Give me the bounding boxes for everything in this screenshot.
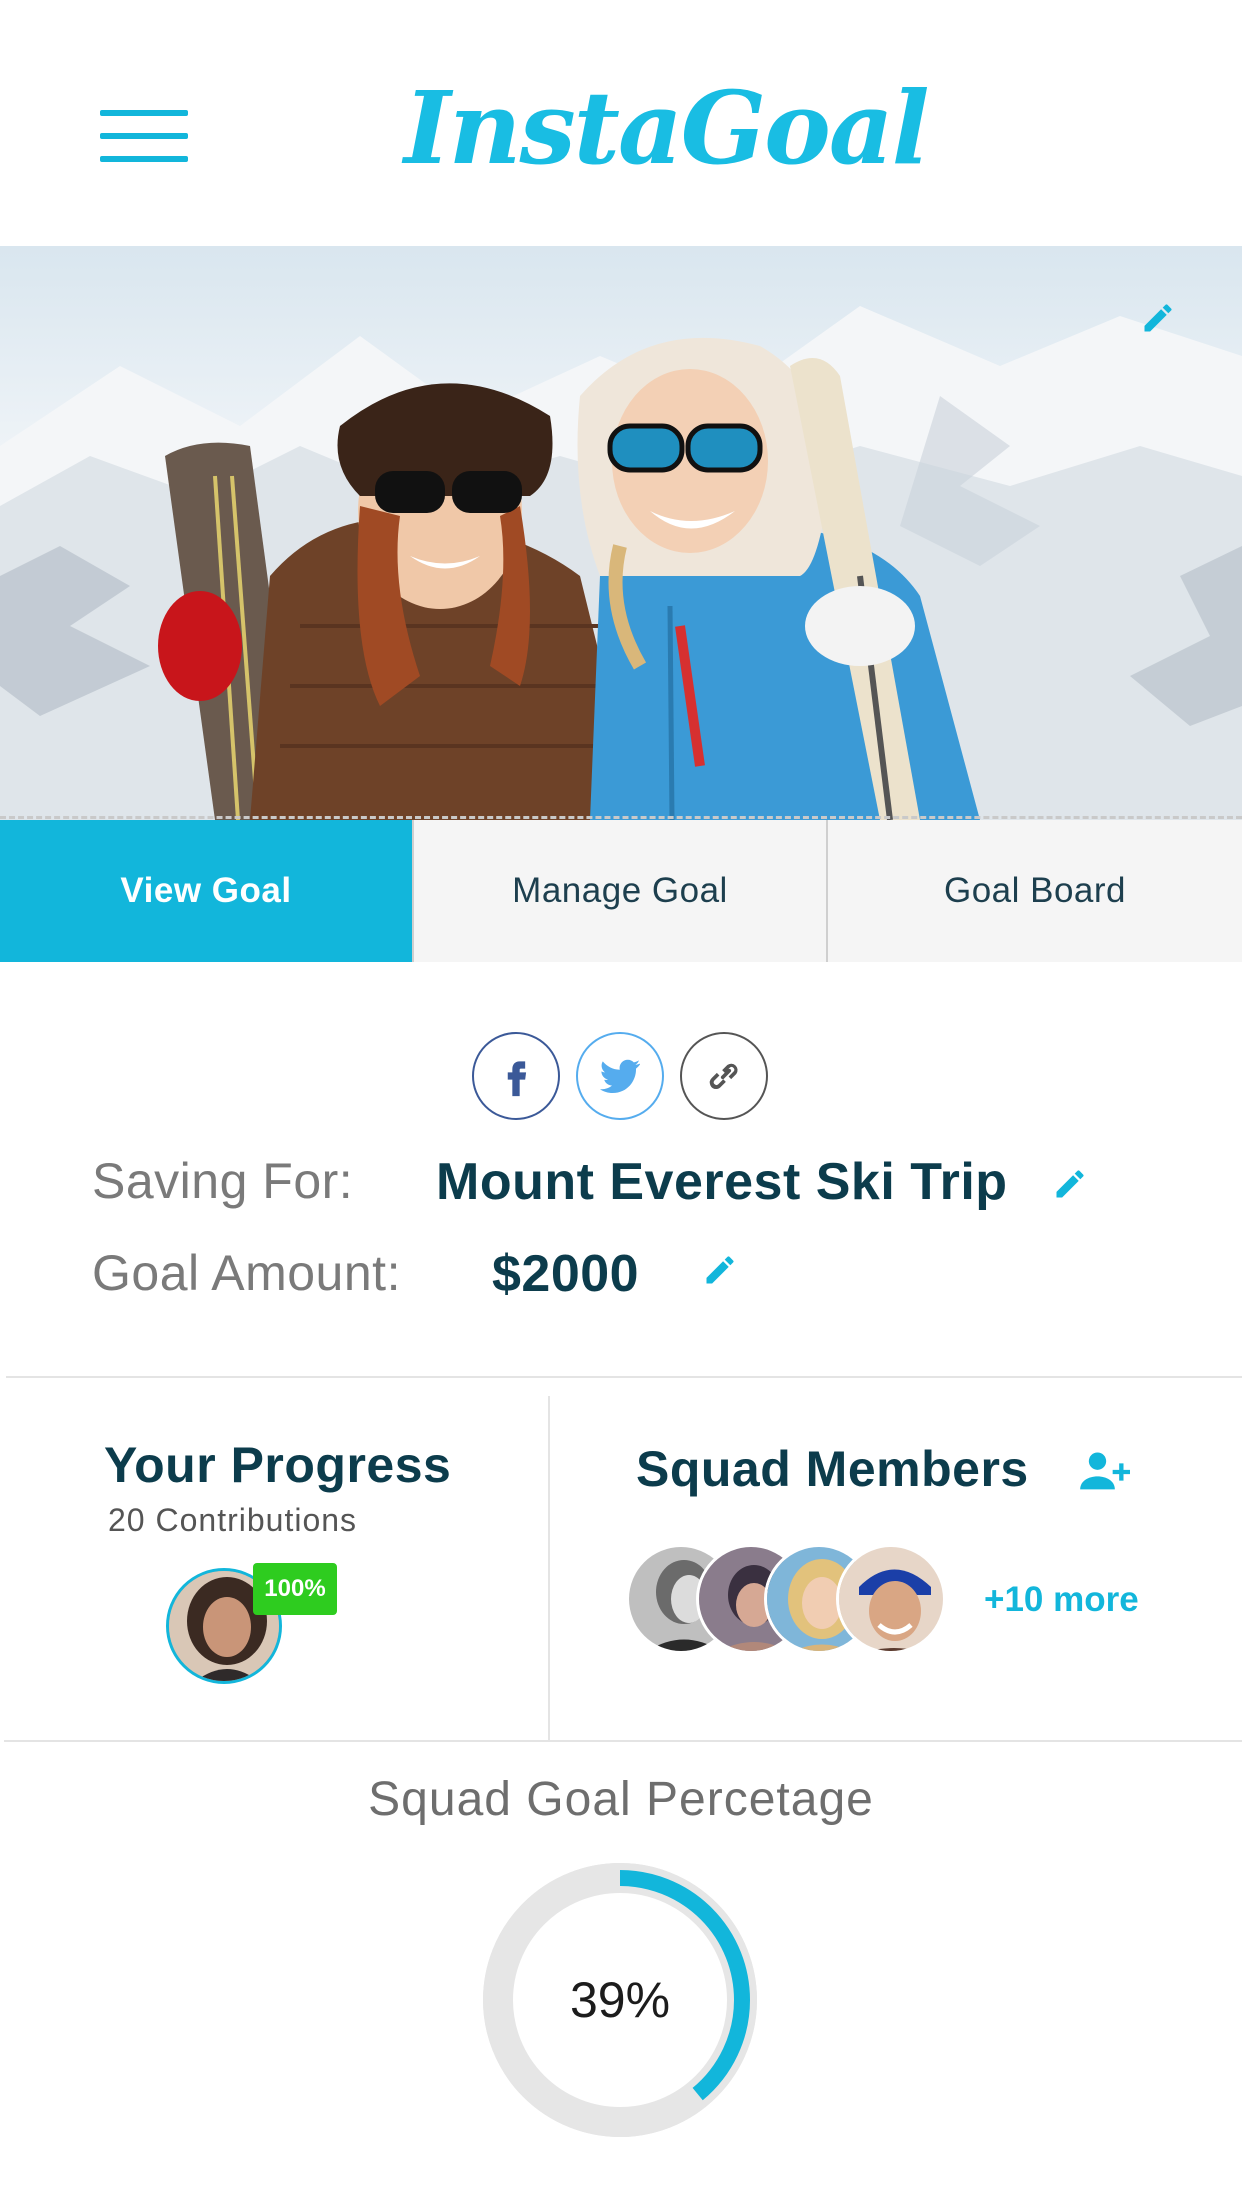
tab-view-goal[interactable]: View Goal [0,820,412,962]
tab-goal-board[interactable]: Goal Board [826,820,1242,962]
more-members-link[interactable]: +10 more [984,1580,1139,1620]
edit-amount-pencil-icon[interactable] [702,1252,738,1288]
squad-member-avatar[interactable] [836,1544,946,1654]
progress-percent-badge: 100% [253,1563,337,1615]
edit-cover-pencil-icon[interactable] [1140,300,1176,336]
saving-for-value: Mount Everest Ski Trip [436,1153,1008,1211]
saving-for-label: Saving For: [92,1153,354,1209]
goal-tabs: View Goal Manage Goal Goal Board [0,820,1242,962]
tab-manage-goal[interactable]: Manage Goal [412,820,826,962]
your-progress-title: Your Progress [104,1437,452,1493]
contributions-count: 20 Contributions [108,1502,358,1538]
squad-goal-percent: 39% [569,1972,671,2028]
goal-amount-value: $2000 [492,1245,640,1303]
squad-goal-title: Squad Goal Percetage [368,1773,874,1826]
skiers-illustration [0,306,1242,820]
squad-members-title: Squad Members [636,1441,1029,1497]
add-user-icon[interactable] [1078,1446,1130,1498]
column-divider [548,1396,550,1742]
section-divider [4,1740,1242,1742]
app-header: InstaGoal [0,0,1242,246]
section-divider [6,1376,1242,1378]
edit-saving-for-pencil-icon[interactable] [1052,1166,1088,1202]
facebook-icon[interactable] [472,1032,560,1120]
twitter-icon[interactable] [576,1032,664,1120]
link-icon[interactable] [680,1032,768,1120]
hero-divider [0,816,1242,819]
app-logo: InstaGoal [404,69,930,187]
goal-cover-image [0,246,1242,820]
goal-amount-label: Goal Amount: [92,1245,401,1301]
hamburger-menu-icon[interactable] [100,110,188,162]
